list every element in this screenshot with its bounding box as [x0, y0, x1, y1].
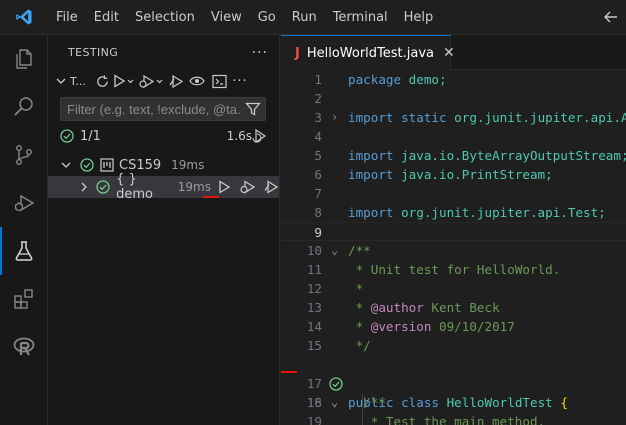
- vscode-logo-icon: [0, 0, 48, 35]
- refresh-tests-icon[interactable]: [92, 70, 112, 92]
- code-line: 6 import java.io.PrintStream;: [314, 167, 553, 182]
- run-all-tests-icon[interactable]: [112, 70, 136, 92]
- menu-help[interactable]: Help: [396, 0, 442, 35]
- code-editor[interactable]: 1 package demo; 2 3 › import static org.jun…: [281, 70, 626, 425]
- code-line: 10 ⌄/**: [306, 241, 371, 260]
- r-language-icon[interactable]: [0, 323, 48, 371]
- search-icon[interactable]: [0, 83, 48, 131]
- gutter-highlight: [281, 371, 297, 373]
- run-coverage-icon[interactable]: [263, 180, 279, 194]
- tree-item-duration: 19ms: [171, 158, 205, 172]
- test-filter-box: [60, 97, 266, 121]
- current-line: 9: [281, 222, 626, 241]
- chevron-down-icon[interactable]: [60, 159, 80, 171]
- test-explorer-label: T...: [70, 74, 86, 88]
- chevron-right-icon[interactable]: [78, 181, 96, 193]
- testing-sidebar: TESTING ··· T... ··· Filter (e.g. text, …: [48, 35, 280, 425]
- testing-toolbar: T... ···: [48, 70, 280, 92]
- passed-count: 1/1: [80, 128, 101, 144]
- menu-edit[interactable]: Edit: [86, 0, 127, 35]
- run-test-highlight: [203, 196, 219, 198]
- tree-item-label: { } demo: [116, 172, 153, 202]
- run-debug-icon[interactable]: [0, 179, 48, 227]
- java-file-icon: J: [295, 45, 300, 61]
- tree-item-demo[interactable]: { } demo 19ms: [48, 172, 279, 202]
- show-output-icon[interactable]: [186, 70, 208, 92]
- chevron-down-icon[interactable]: [52, 70, 70, 92]
- code-line: 1 package demo;: [314, 72, 447, 87]
- rerun-icon[interactable]: [252, 128, 268, 148]
- code-line: 17: [306, 376, 322, 391]
- code-line: 8 import org.junit.jupiter.api.Test;: [314, 205, 606, 220]
- code-line: 19 * Test the main method.: [306, 414, 546, 425]
- code-line: 16 ⌄ public class HelloWorldTest {: [281, 355, 626, 410]
- sidebar-header: TESTING ···: [48, 35, 280, 70]
- debug-test-icon[interactable]: [239, 180, 257, 194]
- code-line: 13 * @author Kent Beck: [306, 300, 500, 315]
- code-line: 15 */: [306, 338, 371, 353]
- code-line: 5 import java.io.ByteArrayOutputStream;: [314, 148, 626, 163]
- code-line: 7: [314, 186, 322, 201]
- fold-icon[interactable]: ⌄: [331, 393, 343, 412]
- fold-icon[interactable]: ⌄: [331, 241, 343, 260]
- code-line: 2: [314, 91, 322, 106]
- explorer-icon[interactable]: [0, 35, 48, 83]
- row-actions: [217, 180, 279, 194]
- test-duration: 1.6s: [226, 129, 252, 143]
- tree-item-duration: 19ms: [177, 180, 211, 194]
- menu-file[interactable]: File: [48, 0, 86, 35]
- activity-bar: [0, 35, 48, 425]
- menu-run[interactable]: Run: [284, 0, 325, 35]
- project-icon: [100, 158, 114, 172]
- code-line: 3›import static org.junit.jupiter.api.As…: [314, 108, 626, 127]
- sidebar-title: TESTING: [68, 46, 119, 59]
- close-icon[interactable]: ✕: [443, 45, 455, 61]
- passed-check-icon: [80, 158, 94, 172]
- extensions-icon[interactable]: [0, 275, 48, 323]
- toolbar-more-icon[interactable]: ···: [230, 70, 250, 92]
- title-bar: File Edit Selection View Go Run Terminal…: [0, 0, 626, 35]
- test-filter-input[interactable]: [67, 101, 242, 117]
- run-test-icon[interactable]: [217, 180, 231, 194]
- more-actions-icon[interactable]: ···: [252, 45, 268, 61]
- code-line: 12 *: [306, 281, 364, 296]
- debug-all-tests-icon[interactable]: [136, 70, 166, 92]
- tree-item-label: CS159: [119, 157, 162, 173]
- code-line: 11 * Unit test for HelloWorld.: [306, 262, 561, 277]
- tab-label: HelloWorldTest.java: [306, 45, 435, 61]
- code-line: 14 * @version 09/10/2017: [306, 319, 515, 334]
- tab-helloworldtest[interactable]: J HelloWorldTest.java ✕: [281, 35, 455, 70]
- indent-guide: [362, 394, 363, 425]
- test-summary: 1/1 1.6s: [60, 125, 268, 147]
- menu-go[interactable]: Go: [250, 0, 284, 35]
- editor-tabs: J HelloWorldTest.java ✕: [281, 35, 626, 70]
- menu-bar: File Edit Selection View Go Run Terminal…: [48, 0, 441, 35]
- fold-icon[interactable]: ›: [331, 108, 343, 127]
- terminal-icon[interactable]: [208, 70, 230, 92]
- code-line: 4: [314, 129, 322, 144]
- menu-terminal[interactable]: Terminal: [325, 0, 396, 35]
- filter-icon[interactable]: [245, 101, 261, 121]
- run-coverage-icon[interactable]: [166, 70, 186, 92]
- passed-check-icon: [60, 129, 74, 143]
- testing-icon[interactable]: [0, 227, 48, 275]
- back-arrow-icon[interactable]: [602, 8, 620, 26]
- menu-selection[interactable]: Selection: [127, 0, 203, 35]
- source-control-icon[interactable]: [0, 131, 48, 179]
- menu-view[interactable]: View: [203, 0, 250, 35]
- code-line: 18 ⌄ /**: [306, 393, 386, 412]
- passed-check-icon: [96, 180, 110, 194]
